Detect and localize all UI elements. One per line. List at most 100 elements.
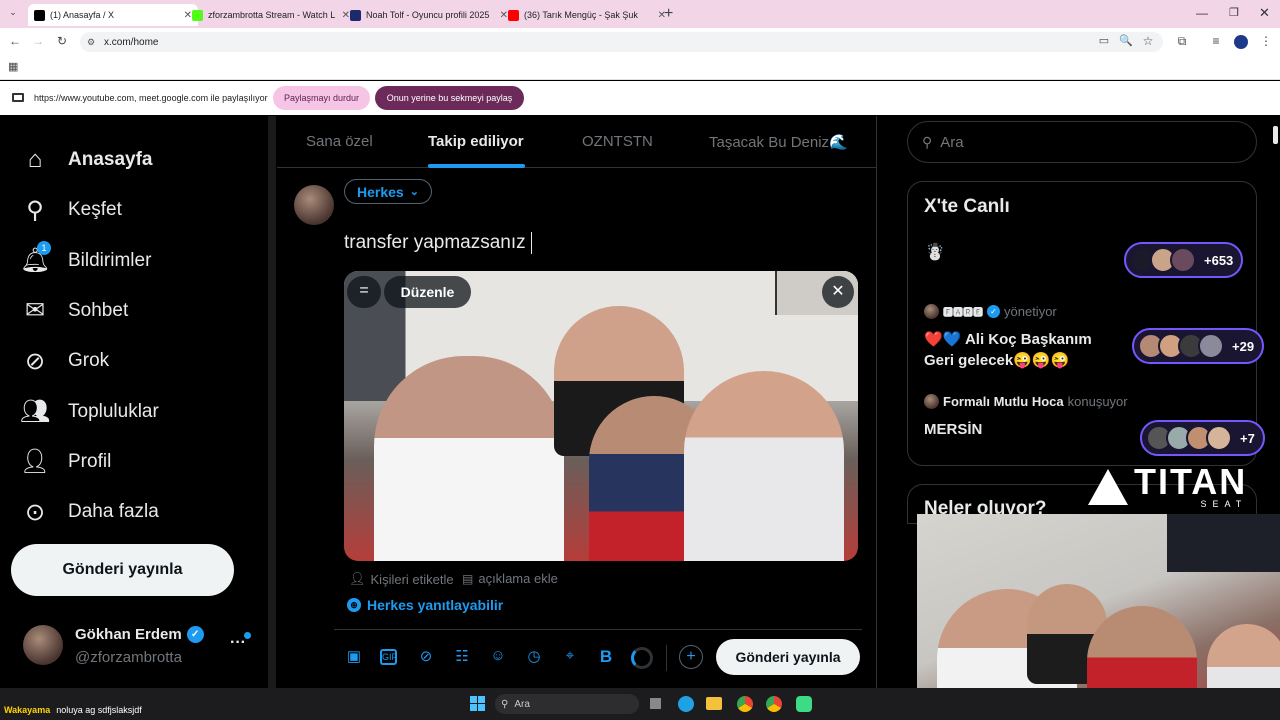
toolbar-divider [334,629,862,630]
live-title: X'te Canlı [924,196,1010,217]
tab-following[interactable]: Takip ediliyor [428,133,524,150]
post-button[interactable]: Gönderi yayınla [11,544,234,596]
taskbar-search[interactable]: ⚲ Ara [495,694,639,714]
audience-selector[interactable]: Herkes ⌄ [344,179,432,204]
file-explorer-icon[interactable] [706,697,722,710]
space-2-listeners[interactable]: +29 [1132,328,1265,364]
composer-text-input[interactable]: transfer yapmazsanız [344,232,532,254]
forward-icon[interactable]: → [30,34,46,48]
add-description-button[interactable]: ▤ açıklama ekle [462,571,558,586]
home-icon: ⌂ [27,146,43,173]
chrome-icon[interactable] [737,696,753,712]
nav-item-home[interactable]: ⌂ Anasayfa [22,145,153,175]
apps-grid-icon[interactable]: ▦ [8,60,18,73]
space-3-title[interactable]: MERSİN [924,421,982,438]
nav-label: Anasayfa [68,149,153,170]
search-icon: ⚲ [922,133,933,150]
emoji-icon[interactable]: ☺ [488,647,508,667]
tab-title: zforzambrotta Stream - Watch L [208,10,336,20]
browser-tab[interactable]: (36) Tarık Mengüç - Şak Şuk ✕ [502,4,672,26]
reply-setting-button[interactable]: ⊕ Herkes yanıtlayabilir [347,597,503,613]
remove-media-close-icon[interactable]: ✕ [822,276,854,308]
image-icon[interactable]: ▣ [344,647,364,667]
menu-kebab-icon[interactable]: ⋮ [1258,34,1274,48]
audience-label: Herkes [357,183,404,200]
titan-brand-text: TITAN [1134,461,1248,502]
url-bar[interactable]: x.com/home [80,32,1163,52]
space-2-host[interactable]: 🅵🅰🆁🅴 ✓ yönetiyor [924,304,1057,319]
nav-item-mail[interactable]: ✉ Sohbet [22,296,128,326]
space-1-listeners[interactable]: +653 [1124,242,1244,278]
verified-icon: ✓ [186,626,204,643]
windows-start-icon[interactable] [470,696,485,711]
tab-favicon-icon [508,9,519,21]
tab-search-button[interactable]: ⌄ [6,7,20,21]
attached-media[interactable] [344,271,858,561]
edge-icon[interactable] [678,696,694,712]
back-icon[interactable]: ← [7,34,23,48]
extensions-icon[interactable]: ⧉ [1174,34,1190,49]
tag-people-button[interactable]: 👤︎ Kişileri etiketle [349,571,454,587]
composer-text: transfer yapmazsanız [344,232,526,253]
add-description-label: açıklama ekle [478,571,558,586]
taskbar-search-label: Ara [514,698,530,710]
window-minimize-button[interactable]: — [1196,6,1208,20]
space-2-host-name: 🅵🅰🆁🅴 [943,308,983,319]
reload-icon[interactable]: ↻ [54,34,70,48]
bookmark-star-icon[interactable]: ☆ [1140,34,1156,48]
task-view-icon[interactable] [650,698,661,709]
zoom-icon[interactable]: 🔍 [1118,34,1134,47]
char-count-ring [631,647,653,669]
unread-dot [244,632,251,639]
submit-post-button[interactable]: Gönderi yayınla [716,639,860,675]
tab-for-you[interactable]: Sana özel [306,133,373,150]
account-avatar[interactable] [23,625,63,665]
new-tab-button[interactable]: + [664,5,673,23]
host-avatar [924,304,939,319]
space-3-host[interactable]: Formalı Mutlu Hoca konuşuyor [924,394,1128,409]
window-close-button[interactable]: ✕ [1259,5,1270,21]
app-icon[interactable] [796,696,812,712]
space-3-host-name: Formalı Mutlu Hoca [943,394,1064,409]
stop-sharing-button[interactable]: Paylaşmayı durdur [273,86,370,110]
add-post-icon[interactable]: + [679,645,703,669]
share-this-tab-button[interactable]: Onun yerine bu sekmeyi paylaş [375,86,524,110]
schedule-icon[interactable]: ◷ [524,647,544,667]
window-maximize-button[interactable]: ❐ [1229,6,1239,19]
nav-item-search[interactable]: ⚲ Keşfet [22,195,122,225]
reading-list-icon[interactable]: ≡ [1208,34,1224,48]
space-3-role: konuşuyor [1067,394,1128,409]
listener-avatar [1206,425,1232,451]
browser-tab[interactable]: (1) Anasayfa / X ✕ [28,4,198,26]
browser-tab[interactable]: Noah Tolf - Oyuncu profili 2025 ✕ [344,4,514,26]
location-icon[interactable]: ⌖ [560,647,580,667]
browser-tab[interactable]: zforzambrotta Stream - Watch L ✕ [186,4,356,26]
gif-icon[interactable]: GIF [380,649,397,665]
nav-item-more-circle[interactable]: ⊙ Daha fazla [22,497,159,527]
account-name[interactable]: Gökhan Erdem ✓ [75,626,204,643]
nav-item-person[interactable]: 👤︎ Profil [20,447,112,477]
edit-media-button[interactable]: Düzenle [384,276,471,308]
grok-icon[interactable]: ⊘ [416,647,436,667]
cast-icon[interactable]: ▭ [1096,34,1112,47]
composer-avatar[interactable] [294,185,334,225]
tag-people-label: Kişileri etiketle [370,571,454,587]
tab-ozntstn[interactable]: OZNTSTN [582,133,653,150]
nav-item-people[interactable]: 👥︎ Topluluklar [20,397,159,427]
tab-tasacak-bu-deniz[interactable]: Taşacak Bu Deniz🌊 [709,133,869,151]
media-options-icon[interactable]: = [347,276,381,308]
bold-icon[interactable]: B [596,647,616,667]
profile-avatar[interactable] [1234,35,1248,49]
search-input[interactable]: ⚲ Ara [907,121,1257,163]
nav-label: Keşfet [68,199,122,221]
space-3-listeners[interactable]: +7 [1140,420,1265,456]
poll-icon[interactable]: ☷ [452,647,472,667]
url-text: x.com/home [104,36,159,48]
site-settings-icon[interactable]: ⚙ [87,37,95,48]
nav-item-grok[interactable]: ⊘ Grok [22,346,109,376]
space-2-title[interactable]: ❤️💙 Ali Koç Başkanım Geri gelecek😜😜😜 [924,329,1114,371]
left-scrollbar[interactable] [268,116,276,688]
person-icon: 👤︎ [349,571,366,586]
chrome-active-icon[interactable] [766,696,782,712]
tab-favicon-icon [34,9,45,21]
